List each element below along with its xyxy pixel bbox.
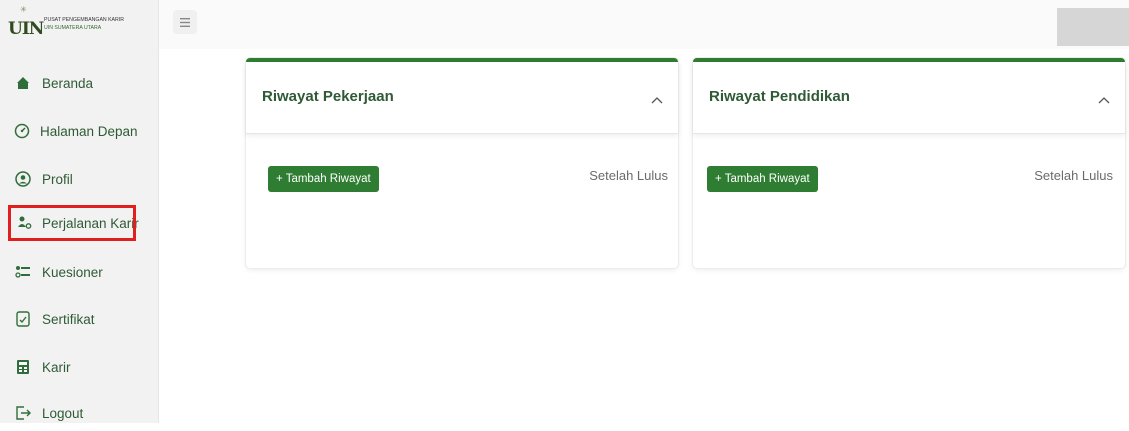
card-title: Riwayat Pekerjaan (262, 88, 394, 105)
sidebar-item-kuesioner[interactable]: Kuesioner (6, 254, 136, 290)
logo-line2: UIN SUMATERA UTARA (44, 25, 102, 31)
logo-line1: PUSAT PENGEMBANGAN KARIR (44, 17, 124, 23)
chevron-up-icon[interactable] (650, 92, 664, 104)
sidebar-item-label: Perjalanan Karir (42, 215, 139, 231)
sidebar-item-label: Profil (42, 171, 73, 187)
logo-star-icon: ✳ (20, 5, 27, 14)
career-icon (14, 358, 32, 376)
card-riwayat-pendidikan: Riwayat Pendidikan + Tambah Riwayat Sete… (693, 58, 1125, 268)
sidebar-item-logout[interactable]: Logout (6, 395, 136, 431)
career-path-icon (16, 214, 32, 232)
sidebar-item-profil[interactable]: Profil (6, 161, 136, 197)
certificate-icon (14, 310, 32, 328)
hamburger-icon[interactable] (173, 10, 197, 34)
logo-mark-text: UIN (8, 19, 44, 39)
sidebar-item-label: Halaman Depan (40, 123, 138, 139)
chevron-up-icon[interactable] (1097, 92, 1111, 104)
card-riwayat-pekerjaan: Riwayat Pekerjaan + Tambah Riwayat Setel… (246, 58, 678, 268)
logo-text: PUSAT PENGEMBANGAN KARIR UIN SUMATERA UT… (44, 16, 124, 32)
logo[interactable]: ✳ UIN PUSAT PENGEMBANGAN KARIR UIN SUMAT… (8, 5, 148, 42)
add-riwayat-button[interactable]: + Tambah Riwayat (707, 166, 818, 192)
dashboard-icon (14, 122, 30, 140)
home-icon (14, 74, 32, 92)
sidebar-item-label: Sertifikat (42, 311, 95, 327)
status-label: Setelah Lulus (589, 168, 668, 183)
card-header[interactable]: Riwayat Pekerjaan (246, 62, 678, 134)
sidebar-item-perjalanan-karir[interactable]: Perjalanan Karir (8, 205, 139, 241)
questionnaire-icon (14, 263, 32, 281)
sidebar-item-halaman-depan[interactable]: Halaman Depan (6, 113, 138, 149)
avatar[interactable] (1057, 8, 1129, 46)
sidebar-item-label: Beranda (42, 75, 94, 91)
card-title: Riwayat Pendidikan (709, 88, 850, 105)
sidebar-item-label: Kuesioner (42, 264, 103, 280)
card-header[interactable]: Riwayat Pendidikan (693, 62, 1125, 134)
user-circle-icon (14, 170, 32, 188)
logo-mark: ✳ UIN (8, 5, 44, 41)
sidebar: ✳ UIN PUSAT PENGEMBANGAN KARIR UIN SUMAT… (0, 0, 159, 423)
sidebar-item-label: Logout (42, 405, 84, 421)
status-label: Setelah Lulus (1034, 168, 1113, 183)
logout-icon (14, 404, 32, 422)
topbar (159, 0, 1129, 49)
sidebar-item-beranda[interactable]: Beranda (6, 65, 136, 101)
add-riwayat-button[interactable]: + Tambah Riwayat (268, 166, 379, 192)
sidebar-item-karir[interactable]: Karir (6, 349, 136, 385)
sidebar-item-sertifikat[interactable]: Sertifikat (6, 301, 136, 337)
sidebar-item-label: Karir (42, 359, 71, 375)
